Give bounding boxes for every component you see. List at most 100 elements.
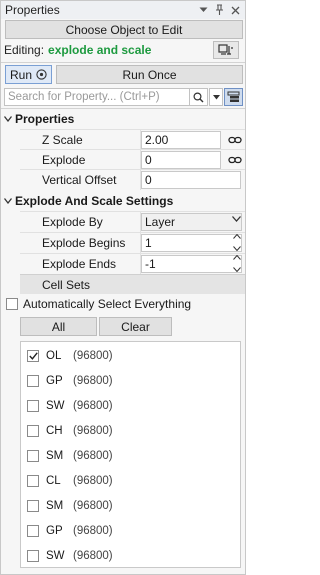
property-name: Explode — [42, 153, 86, 167]
cell-set-count: (96800) — [73, 375, 113, 387]
cell-set-count: (96800) — [73, 525, 113, 537]
auto-select-checkbox[interactable] — [6, 298, 18, 310]
spin-down-icon[interactable] — [233, 267, 241, 272]
explode-begins-field[interactable]: 1 — [141, 234, 242, 252]
list-item[interactable]: SW (96800) — [27, 548, 113, 564]
target-selector-icon — [218, 44, 233, 55]
chevron-down-icon — [1, 197, 15, 204]
spin-up-icon[interactable] — [233, 255, 241, 260]
property-name: Explode Begins — [42, 236, 126, 250]
list-item[interactable]: GP (96800) — [27, 523, 113, 539]
cell-set-count: (96800) — [73, 500, 113, 512]
explode-by-select[interactable]: Layer — [141, 213, 242, 231]
property-row-explode-by: Explode By Layer — [20, 211, 245, 232]
list-item[interactable]: SM (96800) — [27, 498, 113, 514]
cell-set-name: SM — [46, 500, 64, 512]
cell-sets-header: Cell Sets — [20, 274, 245, 294]
property-search-row — [4, 88, 244, 106]
run-button[interactable]: Run — [5, 65, 52, 84]
list-item[interactable]: OL (96800) — [27, 348, 113, 364]
checkbox[interactable] — [27, 450, 39, 462]
properties-section-title: Properties — [15, 111, 75, 126]
cell-sets-list[interactable]: OL (96800) GP (96800) SW (96800) CH (968… — [20, 341, 241, 568]
spin-up-icon[interactable] — [233, 234, 241, 239]
spinner[interactable] — [232, 234, 242, 251]
explode-section-title: Explode And Scale Settings — [15, 193, 174, 208]
property-name: Vertical Offset — [42, 173, 117, 187]
panel-title: Properties — [5, 3, 60, 17]
property-name: Explode Ends — [42, 257, 117, 271]
search-options-dropdown-icon[interactable] — [209, 88, 223, 106]
list-item[interactable]: SW (96800) — [27, 398, 113, 414]
link-icon[interactable] — [228, 153, 242, 167]
categorized-view-icon[interactable] — [224, 88, 243, 106]
title-bar-icons — [196, 3, 245, 17]
checkmark-icon — [28, 352, 38, 360]
link-icon[interactable] — [228, 133, 242, 147]
checkbox[interactable] — [27, 525, 39, 537]
close-icon[interactable] — [228, 3, 242, 17]
clear-button[interactable]: Clear — [99, 317, 172, 336]
list-item[interactable]: GP (96800) — [27, 373, 113, 389]
property-name: Z Scale — [42, 133, 83, 147]
cell-set-count: (96800) — [73, 450, 113, 462]
properties-section-header[interactable]: Properties — [1, 109, 245, 128]
cell-set-count: (96800) — [73, 475, 113, 487]
info-circle-icon — [36, 69, 47, 80]
property-name: Explode By — [42, 215, 103, 229]
cell-set-count: (96800) — [73, 350, 113, 362]
cell-set-count: (96800) — [73, 400, 113, 412]
properties-panel: Properties Choose Object to Edit Editing… — [0, 0, 246, 575]
pin-icon[interactable] — [212, 3, 226, 17]
run-once-button[interactable]: Run Once — [56, 65, 243, 84]
property-row-vertical-offset: Vertical Offset 0 — [20, 169, 245, 190]
checkbox[interactable] — [27, 475, 39, 487]
editing-label: Editing: — [4, 43, 45, 57]
select-all-button[interactable]: All — [20, 317, 97, 336]
checkbox[interactable] — [27, 550, 39, 562]
explode-field[interactable]: 0 — [141, 151, 221, 169]
checkbox[interactable] — [27, 400, 39, 412]
spin-down-icon[interactable] — [233, 246, 241, 251]
cell-set-name: OL — [46, 350, 62, 362]
editing-target: explode and scale — [48, 43, 152, 57]
search-icon[interactable] — [190, 88, 208, 106]
explode-ends-field[interactable]: -1 — [141, 255, 242, 273]
explode-section-header[interactable]: Explode And Scale Settings — [1, 191, 245, 210]
auto-select-label: Automatically Select Everything — [23, 297, 192, 311]
cell-set-name: CL — [46, 475, 61, 487]
z-scale-field[interactable]: 2.00 — [141, 131, 221, 149]
property-row-z-scale: Z Scale 2.00 — [20, 129, 245, 150]
choose-object-button[interactable]: Choose Object to Edit — [5, 20, 243, 39]
spinner[interactable] — [232, 255, 242, 272]
cell-set-name: GP — [46, 525, 63, 537]
cell-set-name: SW — [46, 550, 65, 562]
cell-set-name: CH — [46, 425, 63, 437]
run-button-label: Run — [9, 67, 32, 82]
divider — [1, 62, 245, 63]
cell-set-count: (96800) — [73, 425, 113, 437]
dropdown-arrow-icon[interactable] — [196, 3, 210, 17]
property-row-explode-ends: Explode Ends -1 — [20, 253, 245, 274]
property-row-explode: Explode 0 — [20, 149, 245, 170]
cell-set-name: GP — [46, 375, 63, 387]
chevron-down-icon[interactable] — [232, 214, 241, 225]
vertical-offset-field[interactable]: 0 — [141, 171, 241, 189]
select-target-button[interactable] — [213, 41, 239, 59]
list-item[interactable]: CL (96800) — [27, 473, 113, 489]
checkbox[interactable] — [27, 425, 39, 437]
list-item[interactable]: CH (96800) — [27, 423, 113, 439]
cell-set-count: (96800) — [73, 550, 113, 562]
property-search-input[interactable] — [4, 88, 190, 106]
title-bar: Properties — [1, 1, 245, 19]
chevron-down-icon — [1, 115, 15, 122]
checkbox[interactable] — [27, 375, 39, 387]
editing-row: Editing: explode and scale — [1, 39, 245, 61]
checkbox[interactable] — [27, 500, 39, 512]
list-item[interactable]: SM (96800) — [27, 448, 113, 464]
cell-set-name: SM — [46, 450, 64, 462]
cell-set-name: SW — [46, 400, 65, 412]
checkbox[interactable] — [27, 350, 39, 362]
auto-select-row[interactable]: Automatically Select Everything — [6, 295, 191, 313]
property-row-explode-begins: Explode Begins 1 — [20, 232, 245, 253]
